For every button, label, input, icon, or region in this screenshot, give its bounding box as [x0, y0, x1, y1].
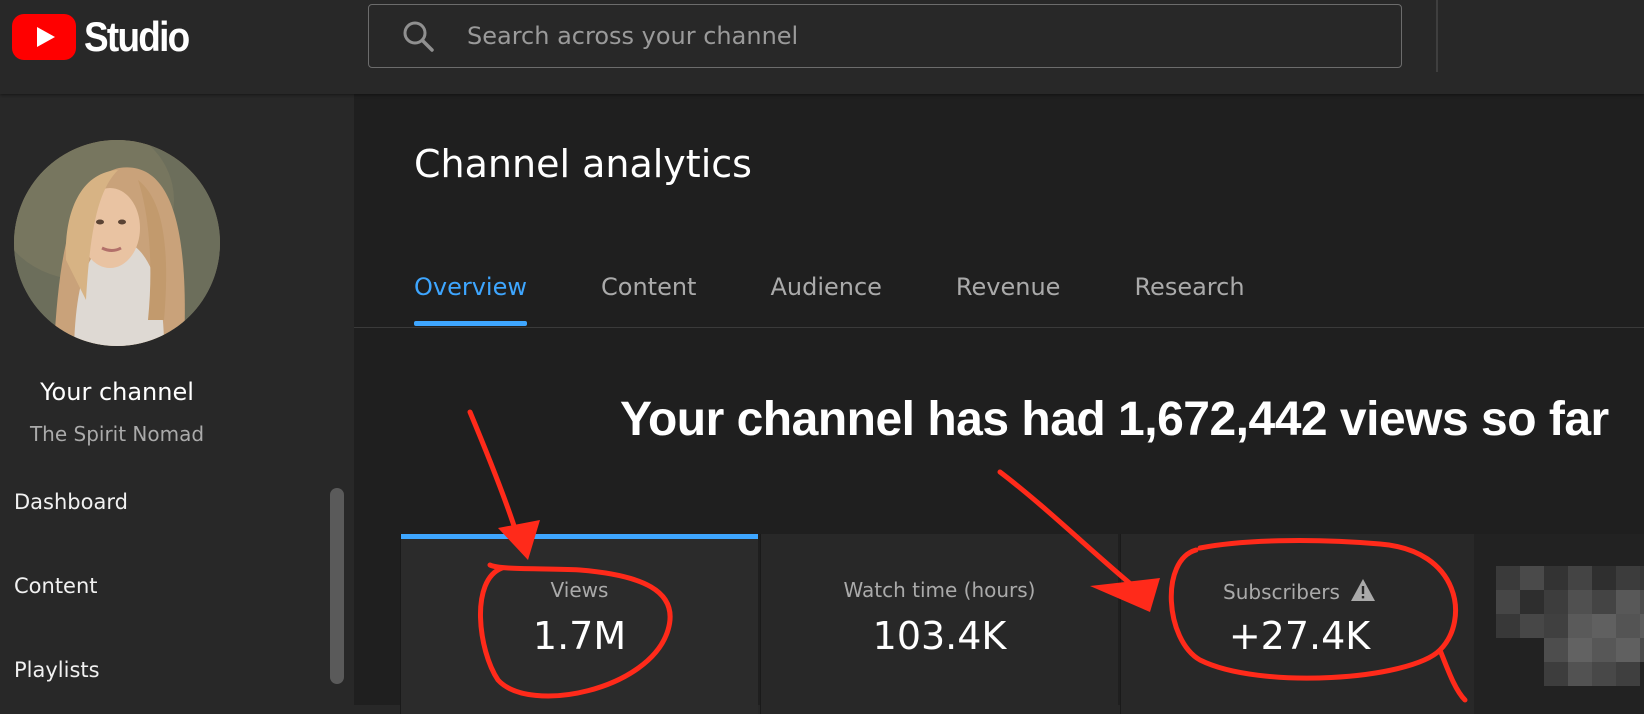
header-divider — [1436, 0, 1438, 72]
search-input[interactable] — [465, 21, 1401, 51]
youtube-logo-icon — [12, 14, 76, 60]
top-header: Studio — [0, 0, 1644, 94]
metric-card-views[interactable]: Views 1.7M — [400, 534, 758, 714]
annotation-text: Your channel has had 1,672,442 views so … — [620, 393, 1609, 446]
metric-label: Views — [550, 578, 609, 602]
tab-revenue[interactable]: Revenue — [956, 254, 1061, 326]
sidebar-item-content[interactable]: Content — [14, 574, 98, 598]
tab-research[interactable]: Research — [1134, 254, 1244, 326]
metric-card-subscribers[interactable]: Subscribers +27.4K — [1120, 534, 1478, 714]
main-content: Channel analytics Overview Content Audie… — [354, 94, 1644, 714]
studio-logo[interactable]: Studio — [12, 13, 203, 60]
search-bar[interactable] — [368, 4, 1402, 68]
sidebar-item-playlists[interactable]: Playlists — [14, 658, 100, 682]
pixelated-metric-card — [1474, 534, 1644, 714]
sidebar: Your channel The Spirit Nomad Dashboard … — [0, 94, 354, 705]
channel-avatar[interactable] — [14, 140, 220, 346]
channel-name: The Spirit Nomad — [29, 422, 205, 446]
warning-icon[interactable] — [1350, 578, 1376, 602]
tab-overview[interactable]: Overview — [414, 254, 527, 326]
tabs-divider — [354, 327, 1644, 328]
metric-label: Subscribers — [1223, 580, 1340, 604]
metric-value: 1.7M — [532, 614, 627, 658]
channel-title: Your channel — [40, 378, 194, 406]
metric-value: +27.4K — [1228, 614, 1371, 658]
metric-label: Watch time (hours) — [843, 578, 1036, 602]
metric-card-watch-time[interactable]: Watch time (hours) 103.4K — [760, 534, 1118, 714]
sidebar-item-dashboard[interactable]: Dashboard — [14, 490, 128, 514]
search-icon[interactable] — [401, 19, 435, 53]
avatar-photo — [14, 140, 220, 346]
metric-label-row: Subscribers — [1121, 578, 1478, 604]
analytics-tabs: Overview Content Audience Revenue Resear… — [414, 254, 1319, 326]
sidebar-scrollbar[interactable] — [330, 488, 344, 684]
page-title: Channel analytics — [414, 142, 752, 186]
tab-content[interactable]: Content — [601, 254, 696, 326]
tab-audience[interactable]: Audience — [770, 254, 881, 326]
metric-value: 103.4K — [872, 614, 1007, 658]
studio-logo-text: Studio — [84, 13, 190, 60]
